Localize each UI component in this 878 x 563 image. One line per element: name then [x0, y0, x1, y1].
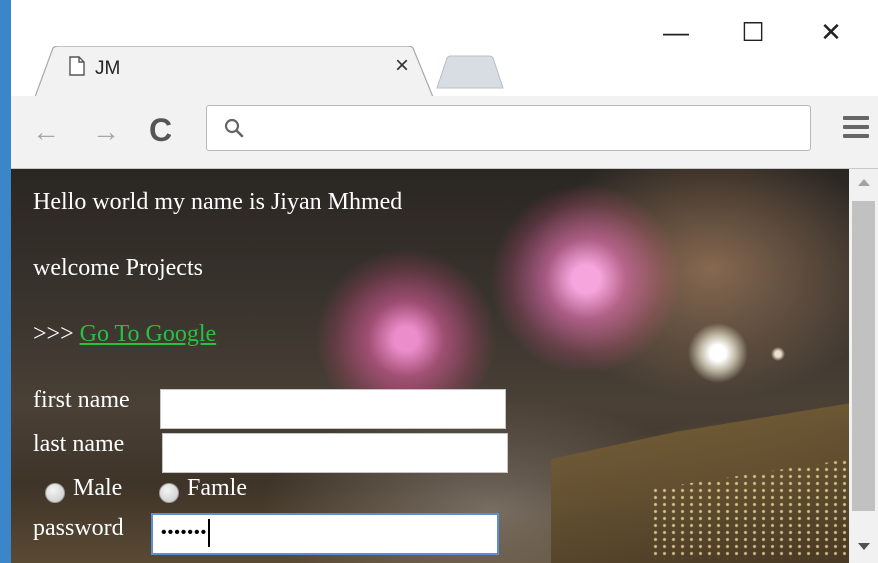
vertical-scrollbar[interactable] [849, 169, 878, 563]
first-name-label: first name [33, 387, 130, 413]
welcome-text: welcome Projects [33, 255, 203, 281]
male-radio[interactable] [45, 483, 65, 503]
tab-close-icon[interactable]: × [395, 54, 409, 78]
text-caret [208, 518, 211, 547]
password-mask: ••••••• [161, 524, 208, 541]
tab-title: JM [95, 58, 121, 79]
page-icon [69, 56, 85, 76]
reload-icon[interactable]: C [149, 112, 172, 149]
search-icon [224, 118, 244, 138]
password-input[interactable]: ••••••• [151, 513, 499, 555]
tab-jm[interactable]: JM × [35, 46, 435, 98]
forward-arrow-icon[interactable]: → [92, 116, 120, 148]
female-label: Famle [187, 475, 247, 501]
page-content: Hello world my name is Jiyan Mhmed welco… [11, 169, 849, 563]
first-name-input[interactable] [160, 389, 506, 429]
greeting-text: Hello world my name is Jiyan Mhmed [33, 189, 403, 215]
female-radio[interactable] [159, 483, 179, 503]
last-name-input[interactable] [162, 433, 508, 473]
maximize-button[interactable]: ☐ [728, 12, 778, 52]
link-prefix: >>> [33, 321, 80, 347]
minimize-button[interactable]: — [651, 12, 701, 52]
address-bar[interactable] [206, 105, 811, 151]
password-label: password [33, 515, 124, 541]
last-name-label: last name [33, 431, 125, 457]
close-window-button[interactable]: ✕ [806, 12, 856, 52]
hamburger-menu-icon[interactable] [843, 116, 869, 140]
tab-strip: — ☐ ✕ JM × [11, 0, 878, 98]
scrollbar-thumb[interactable] [852, 201, 875, 511]
scroll-down-arrow-icon[interactable] [858, 543, 870, 550]
link-line: >>> Go To Google [33, 321, 216, 348]
back-arrow-icon[interactable]: ← [32, 116, 60, 148]
male-label: Male [73, 475, 123, 501]
window-left-border [0, 0, 11, 563]
new-tab-button[interactable] [435, 55, 505, 89]
scroll-up-arrow-icon[interactable] [858, 179, 870, 186]
google-link[interactable]: Go To Google [80, 321, 217, 347]
browser-toolbar: ← → C [11, 96, 878, 169]
